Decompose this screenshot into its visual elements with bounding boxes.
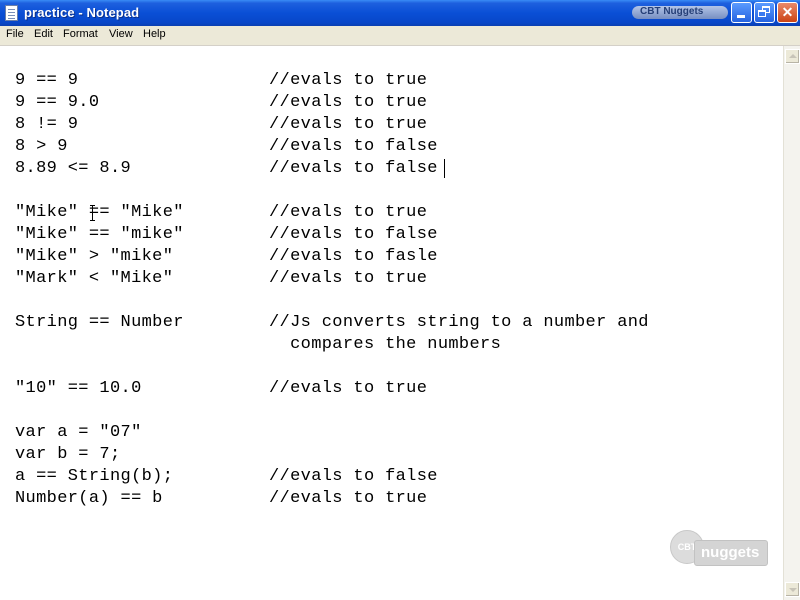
- menu-bar: File Edit Format View Help: [0, 26, 800, 46]
- arrow-down-icon: [789, 588, 797, 592]
- close-icon: ✕: [781, 4, 794, 20]
- code-line: 9 == 9: [15, 71, 79, 90]
- menu-view[interactable]: View: [109, 28, 133, 40]
- code-line: a == String(b);: [15, 467, 174, 486]
- code-line: String == Number: [15, 313, 184, 332]
- menu-help[interactable]: Help: [143, 28, 166, 40]
- code-comment: //evals to true: [269, 379, 428, 398]
- code-line: "10" == 10.0: [15, 379, 142, 398]
- code-line: "Mike" == "Mike": [15, 203, 184, 222]
- code-comment: //Js converts string to a number and: [269, 313, 649, 332]
- scroll-up-button[interactable]: [785, 49, 800, 64]
- code-line: 8.89 <= 8.9: [15, 159, 132, 178]
- cbt-nuggets-watermark: CBT nuggets: [670, 530, 770, 570]
- code-comment: //evals to fasle: [269, 247, 438, 266]
- code-comment: //evals to true: [269, 269, 428, 288]
- code-line: 9 == 9.0: [15, 93, 100, 112]
- code-line: "Mike" == "mike": [15, 225, 184, 244]
- vertical-scrollbar[interactable]: [783, 46, 800, 600]
- code-line: var b = 7;: [15, 445, 121, 464]
- code-comment: compares the numbers: [269, 335, 502, 354]
- code-line: var a = "07": [15, 423, 142, 442]
- code-line: 8 != 9: [15, 115, 79, 134]
- code-comment: //evals to true: [269, 71, 428, 90]
- code-line: "Mike" > "mike": [15, 247, 174, 266]
- minimize-button[interactable]: [731, 2, 752, 23]
- code-comment: //evals to false: [269, 159, 438, 178]
- minimize-icon: [737, 15, 745, 18]
- code-comment: //evals to true: [269, 203, 428, 222]
- notepad-icon[interactable]: [5, 5, 18, 21]
- code-line: Number(a) == b: [15, 489, 163, 508]
- code-comment: //evals to true: [269, 115, 428, 134]
- title-bar[interactable]: practice - Notepad CBT Nuggets ✕: [0, 0, 800, 26]
- code-comment: //evals to false: [269, 467, 438, 486]
- arrow-up-icon: [789, 54, 797, 58]
- close-button[interactable]: ✕: [777, 2, 798, 23]
- code-comment: //evals to false: [269, 137, 438, 156]
- scroll-down-button[interactable]: [785, 582, 800, 597]
- code-comment: //evals to true: [269, 93, 428, 112]
- menu-file[interactable]: File: [6, 28, 24, 40]
- window-title: practice - Notepad: [24, 5, 140, 20]
- text-editor[interactable]: 9 == 9 //evals to true 9 == 9.0 //evals …: [0, 46, 783, 600]
- text-caret: [444, 159, 445, 178]
- code-line: "Mark" < "Mike": [15, 269, 174, 288]
- code-comment: //evals to true: [269, 489, 428, 508]
- cbt-nuggets-logo: CBT Nuggets: [632, 6, 728, 19]
- menu-format[interactable]: Format: [63, 28, 98, 40]
- watermark-pill: nuggets: [694, 540, 768, 566]
- ibeam-cursor-icon: [90, 205, 95, 221]
- maximize-button[interactable]: [754, 2, 775, 23]
- code-comment: //evals to false: [269, 225, 438, 244]
- menu-edit[interactable]: Edit: [34, 28, 53, 40]
- code-line: 8 > 9: [15, 137, 68, 156]
